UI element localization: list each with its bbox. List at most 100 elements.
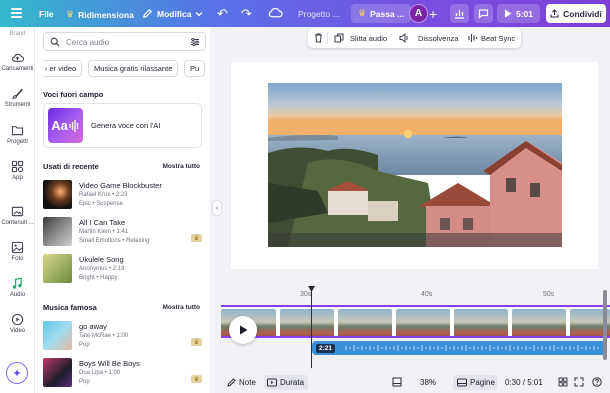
voices-section-title: Voci fuori campo (43, 90, 104, 99)
video-track[interactable] (221, 305, 610, 338)
pages-icon (457, 378, 467, 387)
filter-icon[interactable] (190, 37, 200, 47)
track-artist: Rafael Krux • 2:23 (79, 192, 128, 198)
track-row[interactable]: Ukulele Song Anonymus • 2:19 Bright • Ha… (43, 254, 206, 286)
beat-sync-button[interactable]: Beat Sync (481, 34, 515, 43)
rail-brand[interactable]: Brand (0, 31, 35, 37)
track-tags: Pop (79, 342, 90, 348)
resize-label: Ridimensiona (78, 9, 134, 20)
chip-label: er video (49, 64, 77, 73)
audio-time-label: 2:21 (316, 344, 336, 353)
cloud-sync-icon[interactable] (268, 6, 283, 19)
track-thumbnail (43, 217, 72, 246)
chip[interactable]: ‹ er video (43, 60, 83, 77)
file-menu[interactable]: File (39, 9, 54, 19)
play-icon (239, 325, 247, 335)
left-rail: Brand Caricamenti Strumenti Progetti App… (0, 27, 35, 393)
split-audio-button[interactable]: Slitta audio (350, 34, 387, 43)
crown-icon: ♛ (358, 8, 367, 18)
rail-item-content[interactable]: Contenuti ... (0, 205, 35, 226)
search-input[interactable]: Cerca audio (43, 32, 206, 51)
rail-item-audio[interactable]: Audio (0, 277, 35, 298)
sunset-photo-image (268, 83, 562, 247)
rail-item-apps[interactable]: App (0, 160, 35, 181)
playhead[interactable] (311, 289, 312, 368)
copy-icon[interactable] (334, 33, 344, 43)
plus-icon[interactable]: + (429, 6, 437, 22)
search-icon (50, 37, 60, 47)
menu-icon[interactable] (11, 8, 22, 18)
ruler-tick: 50s (543, 291, 555, 298)
rail-item-uploads[interactable]: Caricamenti (0, 51, 35, 72)
rail-item-photos[interactable]: Foto (0, 241, 35, 262)
notes-icon (227, 378, 236, 387)
help-icon[interactable] (592, 377, 602, 387)
video-icon (11, 313, 24, 326)
image-icon (11, 206, 24, 217)
audio-track[interactable] (312, 341, 607, 355)
recent-section-title: Usati di recente (43, 162, 99, 171)
audio-context-toolbar: Slitta audio Dissolvenza Beat Sync (308, 28, 521, 48)
track-title: Ukulele Song (79, 255, 124, 264)
ai-voice-card[interactable]: Aa Genera voce con l'AI (43, 103, 202, 148)
resize-button[interactable]: ♛ Ridimensiona (66, 9, 134, 20)
trash-icon[interactable] (314, 33, 323, 43)
rail-label: Contenuti ... (1, 220, 34, 226)
pages-button[interactable]: Pagine (457, 378, 495, 387)
zoom-level[interactable]: 38% (420, 378, 436, 387)
rail-label: Caricamenti (1, 66, 34, 72)
timeline-scrollbar[interactable] (603, 290, 607, 360)
video-frame (512, 309, 566, 336)
track-title: Video Game Blockbuster (79, 181, 162, 190)
duration-button[interactable]: Durata (267, 378, 304, 387)
sunset-photo[interactable] (268, 83, 562, 247)
comment-icon[interactable] (474, 4, 493, 23)
recent-show-all[interactable]: Mostra tutto (162, 163, 200, 170)
track-row[interactable]: go away Tate McRae • 1:00 Pop ♛ (43, 321, 206, 353)
edit-mode-button[interactable]: Modifica (142, 8, 203, 19)
apps-icon (11, 160, 24, 173)
brush-icon (12, 88, 23, 99)
premium-crown-icon: ♛ (191, 375, 202, 383)
duration-label: Durata (280, 378, 305, 387)
chip[interactable]: Musica gratis rilassante (88, 60, 179, 77)
fullscreen-icon[interactable] (574, 377, 584, 387)
notes-button[interactable]: Note (227, 378, 256, 387)
play-presentation-button[interactable]: 5:01 (497, 4, 541, 23)
upgrade-button[interactable]: ♛ Passa ... (351, 4, 412, 23)
volume-icon[interactable] (399, 33, 410, 43)
rail-item-projects[interactable]: Progetti (0, 124, 35, 145)
track-row[interactable]: All I Can Take Martin Klem • 1:41 Small … (43, 217, 206, 249)
upload-icon (550, 9, 559, 18)
ai-voice-thumbnail: Aa (48, 108, 83, 143)
premium-crown-icon: ♛ (191, 338, 202, 346)
audio-waveform (345, 345, 599, 351)
track-row[interactable]: Boys Will Be Boys Dua Lipa • 1:00 Pop ♛ (43, 358, 206, 390)
share-button[interactable]: Condividi (546, 4, 606, 23)
video-frame (280, 309, 334, 336)
share-label: Condividi (563, 8, 602, 19)
famous-show-all[interactable]: Mostra tutto (162, 304, 200, 311)
track-thumbnail (43, 254, 72, 283)
chip[interactable]: Pu (184, 60, 206, 77)
timeline-play-button[interactable] (229, 316, 257, 344)
ruler-tick: 40s (421, 291, 433, 298)
rail-item-tools[interactable]: Strumenti (0, 87, 35, 108)
rail-item-video[interactable]: Video (0, 313, 35, 334)
ai-voice-label: Genera voce con l'AI (91, 121, 161, 130)
grid-view-icon[interactable] (558, 377, 568, 387)
collapse-panel-button[interactable]: ‹ (212, 200, 222, 216)
ai-thumb-text: Aa (51, 118, 68, 133)
beat-sync-icon (468, 34, 478, 42)
project-title[interactable]: Progetto ... (298, 9, 340, 19)
chart-icon[interactable] (450, 4, 469, 23)
redo-icon[interactable]: ↷ (241, 6, 252, 22)
track-row[interactable]: Video Game Blockbuster Rafael Krux • 2:2… (43, 180, 206, 212)
time-readout: 0:30 / 5:01 (505, 378, 543, 387)
chip-label: Pu (190, 64, 200, 73)
fade-button[interactable]: Dissolvenza (418, 34, 458, 43)
avatar[interactable]: A (409, 4, 428, 23)
sparkle-icon[interactable]: ✦ (6, 362, 28, 384)
zoom-slider-icon[interactable] (392, 377, 402, 387)
undo-icon[interactable]: ↶ (217, 6, 228, 22)
